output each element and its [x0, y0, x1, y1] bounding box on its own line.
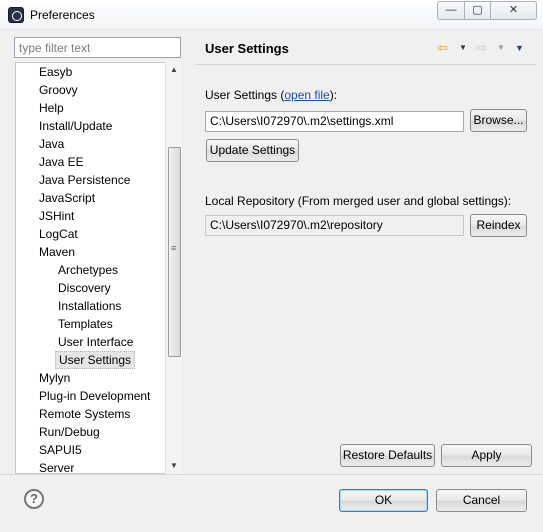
forward-menu-chevron-icon[interactable]: ▼	[497, 40, 505, 56]
page-title: User Settings	[205, 41, 289, 56]
maximize-button[interactable]: ▢	[465, 1, 491, 20]
local-repository-field: C:\Users\I072970\.m2\repository	[205, 215, 464, 236]
tree-item[interactable]: Java Persistence	[36, 171, 133, 189]
tree-item[interactable]: Mylyn	[36, 369, 73, 387]
window-title: Preferences	[30, 8, 95, 22]
tree-item[interactable]: Archetypes	[55, 261, 121, 279]
footer-divider	[0, 474, 543, 475]
tree-item[interactable]: Server	[36, 459, 77, 473]
local-repository-label: Local Repository (From merged user and g…	[205, 194, 512, 208]
user-settings-label-text: User Settings (	[205, 88, 285, 102]
cancel-button[interactable]: Cancel	[436, 489, 527, 512]
tree-item[interactable]: Remote Systems	[36, 405, 133, 423]
tree-item[interactable]: Templates	[55, 315, 116, 333]
tree-item[interactable]: JSHint	[36, 207, 77, 225]
ok-button[interactable]: OK	[339, 489, 428, 512]
help-icon[interactable]: ?	[24, 489, 44, 509]
view-menu-icon[interactable]: ▼	[515, 40, 524, 56]
header-divider	[196, 64, 536, 65]
tree-scrollbar[interactable]: ▲ ▼	[165, 62, 181, 474]
tree-item[interactable]: Install/Update	[36, 117, 115, 135]
back-arrow-icon[interactable]: ⇦	[437, 40, 448, 56]
tree-item[interactable]: JavaScript	[36, 189, 98, 207]
filter-input[interactable]	[14, 37, 181, 58]
tree-item[interactable]: Installations	[55, 297, 124, 315]
tree-item[interactable]: Groovy	[36, 81, 81, 99]
apply-button[interactable]: Apply	[441, 444, 532, 467]
forward-arrow-icon[interactable]: ⇨	[476, 40, 487, 56]
tree-item[interactable]: User Settings	[55, 351, 136, 369]
preferences-tree: Easyb Groovy Help Install/Update Java Java EE…	[15, 62, 181, 474]
restore-defaults-button[interactable]: Restore Defaults	[340, 444, 435, 467]
scroll-thumb[interactable]	[168, 147, 181, 357]
close-button[interactable]: ✕	[491, 1, 537, 20]
tree-item[interactable]: Easyb	[36, 63, 75, 81]
scroll-up-icon[interactable]: ▲	[166, 62, 182, 78]
user-settings-field[interactable]: C:\Users\I072970\.m2\settings.xml	[205, 111, 464, 132]
eclipse-app-icon	[8, 7, 24, 23]
reindex-button[interactable]: Reindex	[470, 214, 527, 237]
scroll-down-icon[interactable]: ▼	[166, 458, 182, 474]
tree-item[interactable]: Java	[36, 135, 67, 153]
tree-item[interactable]: User Interface	[55, 333, 136, 351]
browse-button[interactable]: Browse...	[470, 109, 527, 132]
tree-item[interactable]: SAPUI5	[36, 441, 85, 459]
tree-item[interactable]: Plug-in Development	[36, 387, 153, 405]
back-menu-chevron-icon[interactable]: ▼	[459, 40, 467, 56]
minimize-button[interactable]: —	[437, 1, 465, 20]
tree-item[interactable]: Help	[36, 99, 67, 117]
tree-item[interactable]: Run/Debug	[36, 423, 103, 441]
title-bar: Preferences — ▢ ✕	[0, 0, 543, 30]
tree-item[interactable]: Discovery	[55, 279, 114, 297]
user-settings-label-end: ):	[329, 88, 338, 102]
tree-item[interactable]: Java EE	[36, 153, 87, 171]
open-file-link[interactable]: open file	[284, 88, 329, 102]
tree-item[interactable]: LogCat	[36, 225, 81, 243]
tree-item[interactable]: Maven	[36, 243, 78, 261]
user-settings-label: User Settings (open file):	[205, 88, 337, 102]
update-settings-button[interactable]: Update Settings	[206, 139, 299, 162]
